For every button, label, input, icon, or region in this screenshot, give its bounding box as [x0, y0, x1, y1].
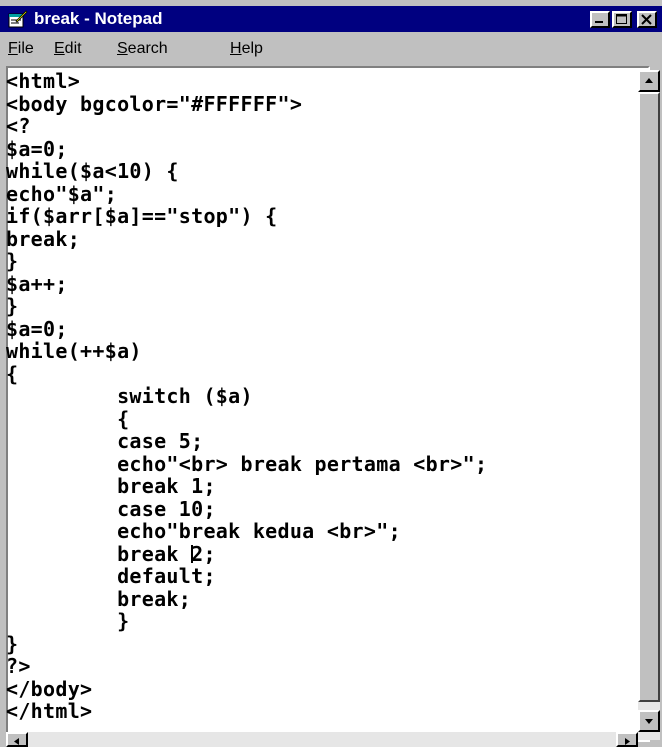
code-line: } [6, 249, 19, 273]
code-line: case 5; [6, 429, 204, 453]
minimize-icon [595, 21, 603, 23]
title-bar[interactable]: break - Notepad [0, 6, 662, 32]
code-line: case 10; [6, 496, 216, 521]
code-line: while($a<10) { [6, 159, 179, 183]
close-button[interactable] [637, 11, 657, 28]
code-line: echo"<br> break pertama <br>"; [6, 451, 488, 476]
menu-search[interactable]: Search [117, 40, 168, 58]
code-line: </body> [6, 676, 93, 701]
code-line-text-after-caret: 2; [191, 541, 216, 566]
code-line: if($arr[$a]=="stop") { [6, 204, 278, 228]
code-line: ?> [6, 654, 31, 678]
code-line: { [6, 406, 130, 431]
menu-bar: File Edit Search Help [0, 34, 662, 64]
scroll-down-button[interactable] [638, 710, 660, 732]
minimize-button[interactable] [590, 11, 610, 28]
window-title: break - Notepad [34, 9, 163, 28]
code-line: <? [6, 114, 31, 138]
code-line: while(++$a) [6, 339, 142, 363]
menu-edit[interactable]: Edit [54, 40, 82, 58]
code-line: break 1; [6, 474, 216, 498]
code-line: $a=0; [6, 316, 68, 341]
notepad-window: break - Notepad File Edit Search Help <h… [0, 0, 662, 747]
close-icon [641, 14, 652, 25]
code-line: $a=0; [6, 136, 68, 161]
arrow-down-icon [645, 719, 653, 724]
code-line: break; [6, 226, 81, 251]
notepad-icon[interactable] [6, 9, 28, 29]
vertical-scrollbar[interactable] [638, 70, 660, 740]
code-line: $a++; [6, 271, 68, 296]
horizontal-scrollbar[interactable] [6, 732, 638, 747]
scroll-up-button[interactable] [638, 70, 660, 92]
arrow-left-icon [14, 738, 19, 745]
code-line-text-before-caret: break [6, 541, 192, 566]
menu-file[interactable]: File [8, 40, 34, 58]
scroll-right-button[interactable] [616, 732, 638, 747]
code-line: echo"$a"; [6, 181, 118, 206]
code-line: break 2; [6, 541, 216, 566]
arrow-right-icon [625, 738, 630, 745]
code-line: default; [6, 564, 216, 588]
maximize-button[interactable] [612, 11, 632, 28]
code-line: } [6, 294, 19, 318]
scroll-left-button[interactable] [6, 732, 28, 747]
arrow-up-icon [645, 78, 653, 83]
code-line: </html> [6, 699, 93, 723]
maximize-icon [616, 14, 627, 24]
menu-help[interactable]: Help [230, 40, 263, 58]
vertical-scroll-thumb[interactable] [638, 92, 660, 702]
text-area[interactable]: <html> <body bgcolor="#FFFFFF"> <? $a=0; whi… [6, 70, 636, 730]
code-line: echo"break kedua <br>"; [6, 519, 401, 543]
code-line: break; [6, 586, 192, 611]
code-line: switch ($a) [6, 384, 253, 408]
code-line: <html> [6, 70, 81, 93]
code-line: { [6, 361, 19, 386]
code-line: } [6, 631, 19, 656]
code-line: <body bgcolor="#FFFFFF"> [6, 91, 303, 116]
code-line: } [6, 609, 130, 633]
